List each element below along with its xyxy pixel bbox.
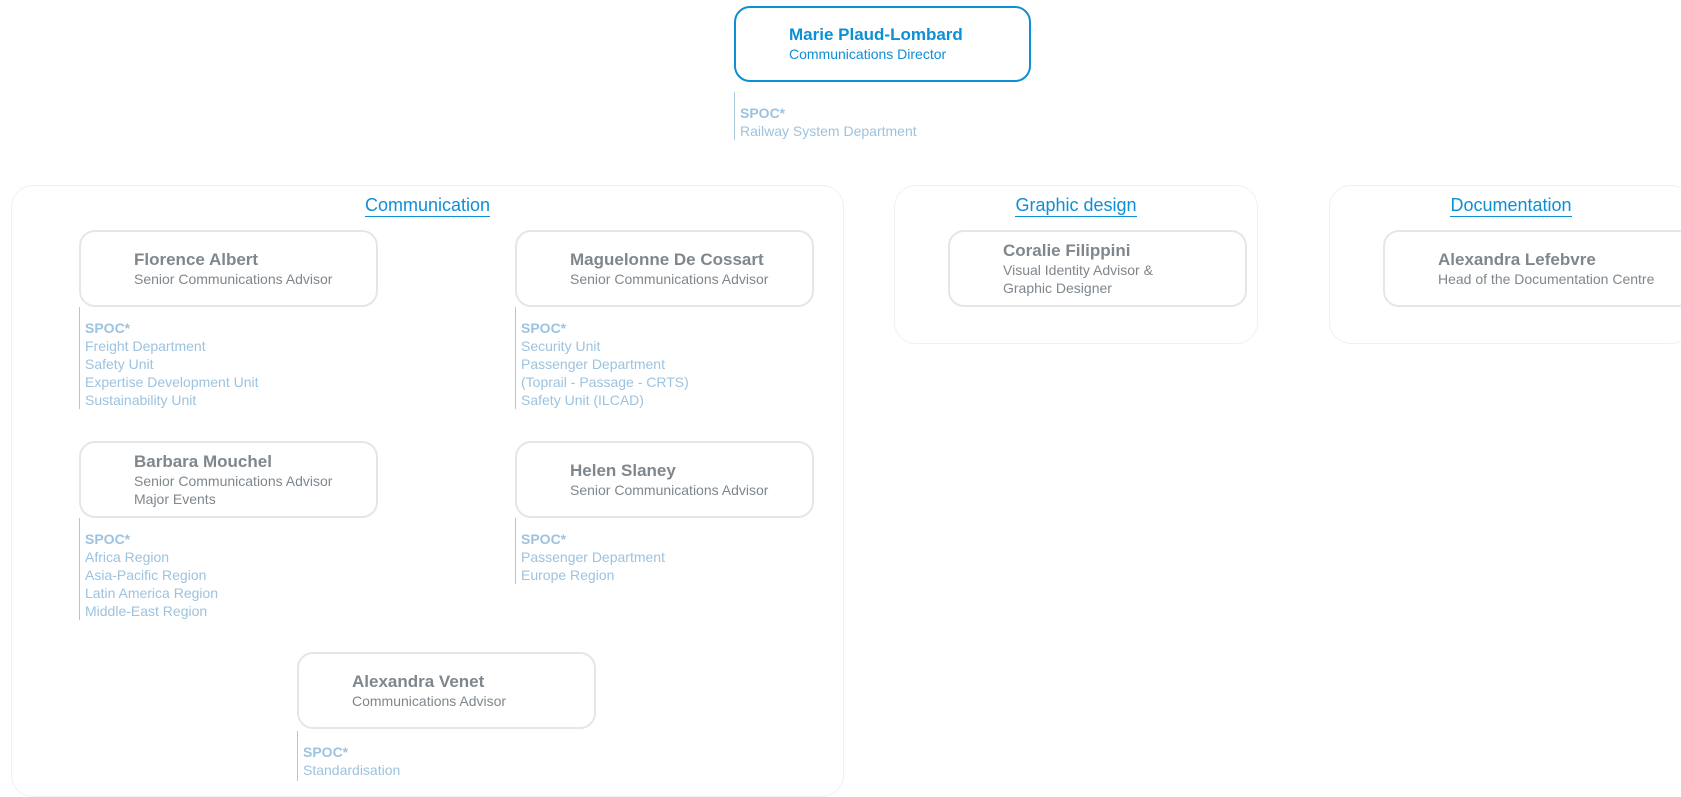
director-spoc: SPOC* Railway System Department <box>734 92 917 140</box>
member-card-helen-slaney: Helen Slaney Senior Communications Advis… <box>515 441 814 518</box>
spoc-item: Asia-Pacific Region <box>85 567 207 583</box>
member-role: Senior Communications Advisor <box>570 270 769 287</box>
member-role: Senior Communications Advisor <box>134 472 333 489</box>
spoc-label: SPOC* <box>521 320 567 336</box>
spoc-item: Freight Department <box>85 338 206 354</box>
spoc-item: Railway System Department <box>740 123 917 139</box>
spoc-item: Safety Unit (ILCAD) <box>521 392 644 408</box>
member-role: Senior Communications Advisor <box>134 270 333 287</box>
spoc-item: Latin America Region <box>85 585 219 601</box>
spoc-item: Europe Region <box>521 567 615 583</box>
spoc-florence-albert: SPOC* Freight Department Safety Unit Exp… <box>79 307 259 409</box>
group-graphic-design-title: Graphic design <box>1015 195 1137 217</box>
director-name: Marie Plaud-Lombard <box>789 25 963 44</box>
spoc-label: SPOC* <box>740 105 786 121</box>
spoc-helen-slaney: SPOC* Passenger Department Europe Region <box>515 518 665 584</box>
member-role: Graphic Designer <box>1003 279 1112 296</box>
spoc-item: Standardisation <box>303 762 401 778</box>
member-card-florence-albert: Florence Albert Senior Communications Ad… <box>79 230 378 307</box>
spoc-barbara-mouchel: SPOC* Africa Region Asia-Pacific Region … <box>79 518 218 620</box>
director-role: Communications Director <box>789 46 947 62</box>
spoc-item: Security Unit <box>521 338 601 354</box>
spoc-item: Passenger Department <box>521 549 665 565</box>
member-card-alexandra-lefebvre: Alexandra Lefebvre Head of the Documenta… <box>1383 230 1681 307</box>
spoc-item: (Toprail - Passage - CRTS) <box>521 374 689 390</box>
director-card: Marie Plaud-Lombard Communications Direc… <box>734 6 1031 82</box>
member-name: Helen Slaney <box>570 460 676 480</box>
spoc-item: Sustainability Unit <box>85 392 197 408</box>
spoc-label: SPOC* <box>85 320 131 336</box>
spoc-item: Middle-East Region <box>85 603 208 619</box>
member-name: Alexandra Venet <box>352 671 485 691</box>
member-role: Head of the Documentation Centre <box>1438 270 1655 287</box>
spoc-alexandra-venet: SPOC* Standardisation <box>297 731 400 781</box>
group-communication-title: Communication <box>364 195 491 217</box>
spoc-label: SPOC* <box>85 531 131 547</box>
member-card-coralie-filippini: Coralie Filippini Visual Identity Adviso… <box>948 230 1247 307</box>
member-name: Maguelonne De Cossart <box>570 249 764 269</box>
member-role: Communications Advisor <box>352 692 507 709</box>
spoc-item: Safety Unit <box>85 356 154 372</box>
member-role: Senior Communications Advisor <box>570 481 769 498</box>
member-name: Coralie Filippini <box>1003 240 1131 260</box>
member-name: Barbara Mouchel <box>134 451 272 471</box>
member-role: Visual Identity Advisor & <box>1003 261 1153 278</box>
member-name: Florence Albert <box>134 249 259 269</box>
member-card-alexandra-venet: Alexandra Venet Communications Advisor <box>297 652 596 729</box>
spoc-item: Passenger Department <box>521 356 665 372</box>
member-name: Alexandra Lefebvre <box>1438 249 1596 269</box>
member-card-maguelonne-de-cossart: Maguelonne De Cossart Senior Communicati… <box>515 230 814 307</box>
spoc-label: SPOC* <box>521 531 567 547</box>
spoc-maguelonne-de-cossart: SPOC* Security Unit Passenger Department… <box>515 307 689 409</box>
group-documentation-title: Documentation <box>1450 195 1572 217</box>
member-role: Major Events <box>134 490 216 507</box>
spoc-item: Africa Region <box>85 549 170 565</box>
spoc-label: SPOC* <box>303 744 349 760</box>
member-card-barbara-mouchel: Barbara Mouchel Senior Communications Ad… <box>79 441 378 518</box>
spoc-item: Expertise Development Unit <box>85 374 259 390</box>
